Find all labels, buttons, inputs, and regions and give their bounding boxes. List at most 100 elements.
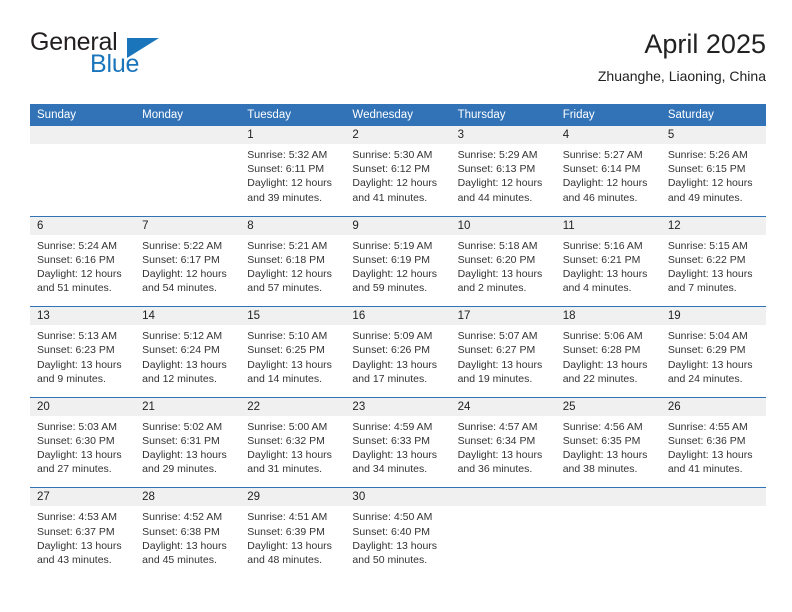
daylight-text: Daylight: 13 hours and 50 minutes. [352, 539, 438, 566]
sunrise-text: Sunrise: 4:52 AM [142, 511, 223, 524]
daylight-text: Daylight: 12 hours and 46 minutes. [562, 177, 648, 204]
daylight-text: Daylight: 13 hours and 29 minutes. [142, 449, 227, 476]
calendar-day-cell[interactable]: 14 Sunrise: 5:12 AM Sunset: 6:24 PM Dayligh… [135, 307, 241, 397]
sunrise-text: Sunrise: 5:24 AM [37, 239, 117, 252]
calendar-day-cell[interactable]: 26 Sunrise: 4:55 AM Sunset: 6:36 PM Dayligh… [660, 397, 766, 488]
calendar-day-cell[interactable]: 22 Sunrise: 5:00 AM Sunset: 6:32 PM Dayligh… [240, 397, 346, 488]
sunset-text: Sunset: 6:15 PM [667, 163, 746, 176]
day-number: 13 [30, 307, 136, 326]
sunset-text: Sunset: 6:32 PM [247, 434, 325, 447]
day-sun-info: Sunrise: 5:29 AM Sunset: 6:13 PM Daylight:… [451, 144, 556, 205]
sunset-text: Sunset: 6:26 PM [352, 344, 431, 357]
calendar-day-cell[interactable]: 19 Sunrise: 5:04 AM Sunset: 6:29 PM Dayligh… [660, 307, 766, 397]
sunset-text: Sunset: 6:40 PM [352, 525, 431, 538]
daylight-text: Daylight: 12 hours and 39 minutes. [247, 177, 332, 204]
sunrise-text: Sunrise: 5:22 AM [142, 239, 223, 252]
sunrise-text: Sunrise: 4:57 AM [457, 420, 538, 433]
daylight-text: Daylight: 12 hours and 49 minutes. [667, 177, 753, 204]
weekday-header-tuesday: Tuesday [247, 109, 291, 121]
day-sun-info: Sunrise: 5:02 AM Sunset: 6:31 PM Daylight:… [135, 416, 240, 477]
calendar-day-cell[interactable]: 17 Sunrise: 5:07 AM Sunset: 6:27 PM Dayligh… [450, 307, 556, 397]
calendar-day-cell[interactable]: 12 Sunrise: 5:15 AM Sunset: 6:22 PM Dayligh… [660, 216, 766, 307]
day-sun-info: Sunrise: 5:12 AM Sunset: 6:24 PM Daylight:… [135, 325, 240, 386]
calendar-day-cell[interactable]: 9 Sunrise: 5:19 AM Sunset: 6:19 PM Daylight… [345, 216, 451, 307]
day-number: 9 [345, 216, 451, 235]
calendar-day-cell-empty [30, 126, 136, 216]
calendar-day-cell[interactable]: 27 Sunrise: 4:53 AM Sunset: 6:37 PM Dayligh… [30, 488, 136, 578]
calendar-day-cell[interactable]: 13 Sunrise: 5:13 AM Sunset: 6:23 PM Dayligh… [30, 307, 136, 397]
daylight-text: Daylight: 12 hours and 44 minutes. [457, 177, 543, 204]
calendar-day-cell[interactable]: 2 Sunrise: 5:30 AM Sunset: 6:12 PM Daylight… [345, 126, 451, 216]
calendar-week-row: 27 Sunrise: 4:53 AM Sunset: 6:37 PM Dayligh… [30, 488, 766, 578]
weekday-header-friday: Friday [562, 109, 595, 121]
page-header: General Blue April 2025 Zhuanghe, Liaoni… [30, 28, 766, 90]
sunset-text: Sunset: 6:35 PM [562, 434, 641, 447]
day-number [30, 126, 136, 144]
sunrise-text: Sunrise: 5:06 AM [562, 330, 643, 343]
day-number: 30 [345, 488, 451, 507]
calendar-day-cell[interactable]: 23 Sunrise: 4:59 AM Sunset: 6:33 PM Dayligh… [345, 397, 451, 488]
sunrise-text: Sunrise: 5:21 AM [247, 239, 328, 252]
daylight-text: Daylight: 13 hours and 12 minutes. [142, 358, 227, 385]
sunset-text: Sunset: 6:33 PM [352, 434, 431, 447]
sunrise-text: Sunrise: 5:30 AM [352, 149, 433, 161]
sunset-text: Sunset: 6:27 PM [457, 344, 536, 357]
day-sun-info: Sunrise: 5:26 AM Sunset: 6:15 PM Daylight:… [661, 144, 766, 205]
sunrise-text: Sunrise: 5:09 AM [352, 330, 433, 343]
day-sun-info: Sunrise: 5:00 AM Sunset: 6:32 PM Daylight:… [240, 416, 345, 477]
day-number: 3 [450, 126, 556, 144]
daylight-text: Daylight: 12 hours and 57 minutes. [247, 268, 332, 295]
weekday-header-row: Sunday Monday Tuesday Wednesday Thursday… [30, 104, 766, 126]
daylight-text: Daylight: 13 hours and 24 minutes. [667, 358, 753, 385]
calendar-day-cell[interactable]: 3 Sunrise: 5:29 AM Sunset: 6:13 PM Daylight… [450, 126, 556, 216]
day-sun-info: Sunrise: 5:18 AM Sunset: 6:20 PM Daylight:… [451, 235, 556, 296]
calendar-day-cell-empty [450, 488, 556, 578]
daylight-text: Daylight: 13 hours and 17 minutes. [352, 358, 438, 385]
calendar-day-cell[interactable]: 30 Sunrise: 4:50 AM Sunset: 6:40 PM Dayligh… [345, 488, 451, 578]
daylight-text: Daylight: 13 hours and 7 minutes. [667, 268, 753, 295]
day-sun-info: Sunrise: 5:16 AM Sunset: 6:21 PM Daylight:… [556, 235, 661, 296]
day-number: 11 [555, 216, 661, 235]
calendar-day-cell[interactable]: 24 Sunrise: 4:57 AM Sunset: 6:34 PM Dayligh… [450, 397, 556, 488]
sunset-text: Sunset: 6:34 PM [457, 434, 536, 447]
calendar-day-cell[interactable]: 1 Sunrise: 5:32 AM Sunset: 6:11 PM Daylight… [240, 126, 346, 216]
sunrise-text: Sunrise: 5:02 AM [142, 420, 223, 433]
day-number: 28 [135, 488, 241, 507]
calendar-day-cell[interactable]: 29 Sunrise: 4:51 AM Sunset: 6:39 PM Dayligh… [240, 488, 346, 578]
day-sun-info: Sunrise: 5:09 AM Sunset: 6:26 PM Daylight:… [345, 325, 450, 386]
calendar-day-cell[interactable]: 21 Sunrise: 5:02 AM Sunset: 6:31 PM Dayligh… [135, 397, 241, 488]
sunset-text: Sunset: 6:11 PM [247, 163, 325, 176]
day-number: 21 [135, 397, 241, 416]
calendar-day-cell[interactable]: 11 Sunrise: 5:16 AM Sunset: 6:21 PM Dayligh… [555, 216, 661, 307]
day-number [555, 488, 661, 507]
day-sun-info: Sunrise: 5:19 AM Sunset: 6:19 PM Daylight:… [345, 235, 450, 296]
calendar-day-cell[interactable]: 28 Sunrise: 4:52 AM Sunset: 6:38 PM Dayligh… [135, 488, 241, 578]
calendar-weeks: 1 Sunrise: 5:32 AM Sunset: 6:11 PM Daylight… [30, 126, 766, 578]
daylight-text: Daylight: 13 hours and 19 minutes. [457, 358, 543, 385]
day-sun-info: Sunrise: 5:13 AM Sunset: 6:23 PM Daylight:… [30, 325, 135, 386]
day-number: 14 [135, 307, 241, 326]
day-sun-info: Sunrise: 5:04 AM Sunset: 6:29 PM Daylight:… [661, 325, 766, 386]
sunrise-text: Sunrise: 5:29 AM [457, 149, 538, 161]
daylight-text: Daylight: 13 hours and 4 minutes. [562, 268, 648, 295]
day-number: 12 [660, 216, 766, 235]
calendar-day-cell[interactable]: 7 Sunrise: 5:22 AM Sunset: 6:17 PM Daylight… [135, 216, 241, 307]
daylight-text: Daylight: 13 hours and 41 minutes. [667, 449, 753, 476]
calendar-day-cell[interactable]: 16 Sunrise: 5:09 AM Sunset: 6:26 PM Dayligh… [345, 307, 451, 397]
calendar-day-cell[interactable]: 6 Sunrise: 5:24 AM Sunset: 6:16 PM Daylight… [30, 216, 136, 307]
calendar-day-cell[interactable]: 18 Sunrise: 5:06 AM Sunset: 6:28 PM Dayligh… [555, 307, 661, 397]
sunset-text: Sunset: 6:22 PM [667, 253, 746, 266]
sunset-text: Sunset: 6:31 PM [142, 434, 220, 447]
calendar-day-cell[interactable]: 4 Sunrise: 5:27 AM Sunset: 6:14 PM Daylight… [555, 126, 661, 216]
calendar-day-cell[interactable]: 25 Sunrise: 4:56 AM Sunset: 6:35 PM Dayligh… [555, 397, 661, 488]
calendar-day-cell[interactable]: 15 Sunrise: 5:10 AM Sunset: 6:25 PM Dayligh… [240, 307, 346, 397]
sunset-text: Sunset: 6:16 PM [37, 253, 115, 266]
calendar-day-cell[interactable]: 8 Sunrise: 5:21 AM Sunset: 6:18 PM Daylight… [240, 216, 346, 307]
sunrise-text: Sunrise: 5:15 AM [667, 239, 748, 252]
sunrise-text: Sunrise: 4:59 AM [352, 420, 433, 433]
calendar-day-cell[interactable]: 10 Sunrise: 5:18 AM Sunset: 6:20 PM Dayligh… [450, 216, 556, 307]
calendar-week-row: 20 Sunrise: 5:03 AM Sunset: 6:30 PM Dayligh… [30, 397, 766, 489]
calendar-day-cell[interactable]: 20 Sunrise: 5:03 AM Sunset: 6:30 PM Dayligh… [30, 397, 136, 488]
general-blue-logo[interactable]: General Blue [30, 28, 250, 86]
calendar-day-cell[interactable]: 5 Sunrise: 5:26 AM Sunset: 6:15 PM Daylight… [660, 126, 766, 216]
